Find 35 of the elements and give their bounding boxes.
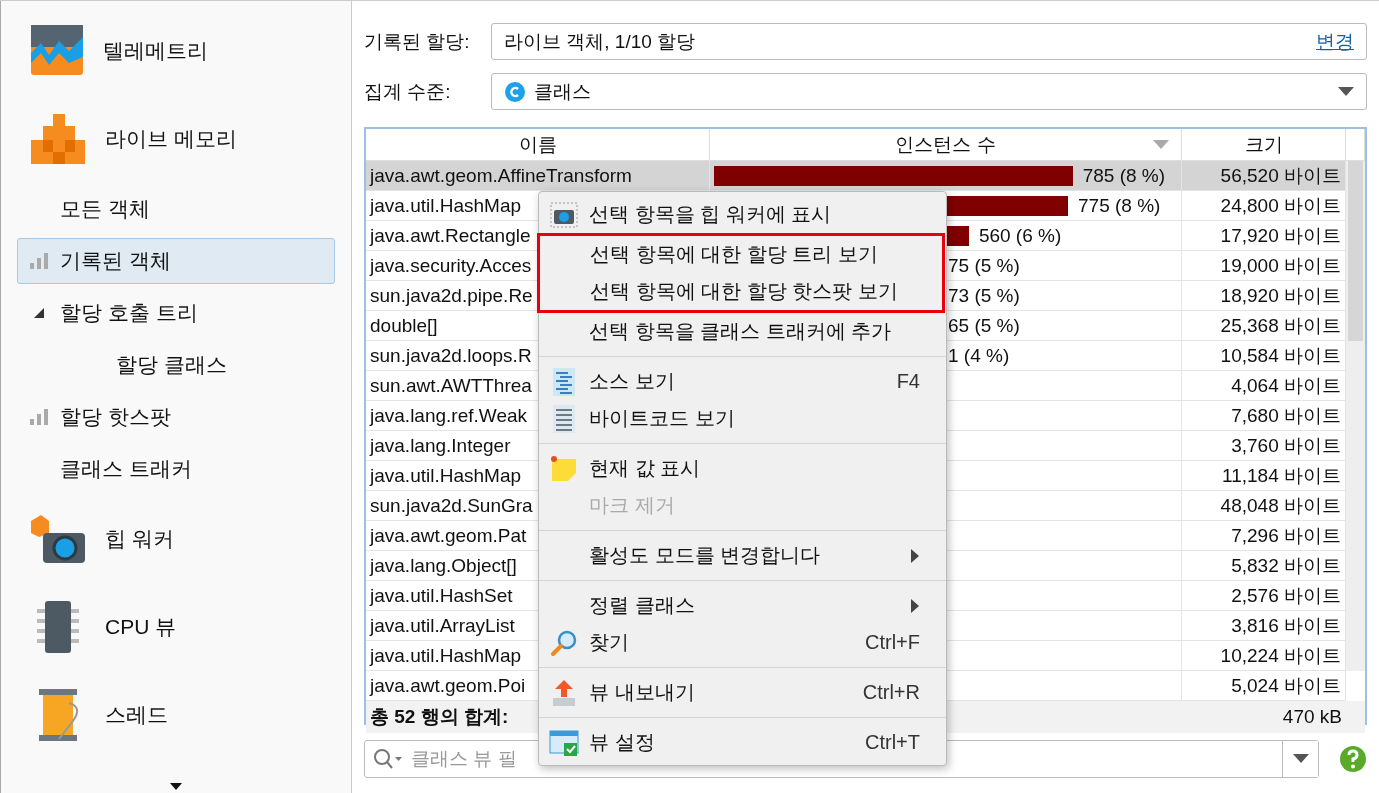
table-cell: 3,816 바이트 [1182, 611, 1346, 641]
count-text: 65 (5 %) [948, 314, 1020, 337]
shortcut-label: Ctrl+F [865, 631, 920, 654]
table-cell: 56,520 바이트 [1182, 161, 1346, 191]
total-label: 총 52 행의 합계: [370, 705, 509, 729]
total-size: 470 kB [1282, 706, 1342, 728]
table-cell: 11,184 바이트 [1182, 461, 1346, 491]
count-text: 1 (4 %) [948, 344, 1010, 367]
table-cell: 25,368 바이트 [1182, 311, 1346, 341]
table-cell: 5,832 바이트 [1182, 551, 1346, 581]
count-text: 560 (6 %) [978, 224, 1062, 247]
table-cell: 48,048 바이트 [1182, 491, 1346, 521]
table-cell: 10,584 바이트 [1182, 341, 1346, 371]
table-cell: 7,680 바이트 [1182, 401, 1346, 431]
count-text: 775 (8 %) [1078, 194, 1161, 217]
field-label: 집계 수준: [364, 79, 452, 104]
table-cell: 10,224 바이트 [1182, 641, 1346, 671]
field-label: 기록된 할당: [364, 29, 471, 54]
count-text: 73 (5 %) [948, 284, 1020, 307]
table-cell: 5,024 바이트 [1182, 671, 1346, 701]
table-cell: 7,296 바이트 [1182, 521, 1346, 551]
shortcut-label: Ctrl+T [865, 731, 920, 754]
shortcut-label: F4 [896, 370, 920, 393]
recorded-allocations-field: 라이브 객체, 1/10 할당 변경 [491, 23, 1367, 60]
table-cell: 3,760 바이트 [1182, 431, 1346, 461]
table-cell: 19,000 바이트 [1182, 251, 1346, 281]
table-cell: 18,920 바이트 [1182, 281, 1346, 311]
table-cell: 24,800 바이트 [1182, 191, 1346, 221]
table-cell: 4,064 바이트 [1182, 371, 1346, 401]
shortcut-label: Ctrl+R [862, 681, 920, 704]
table-cell: 2,576 바이트 [1182, 581, 1346, 611]
count-text: 75 (5 %) [948, 254, 1020, 277]
table-cell: java.awt.geom.AffineTransform [366, 161, 710, 191]
count-text: 785 (8 %) [1082, 164, 1166, 187]
table-cell: 17,920 바이트 [1182, 221, 1346, 251]
